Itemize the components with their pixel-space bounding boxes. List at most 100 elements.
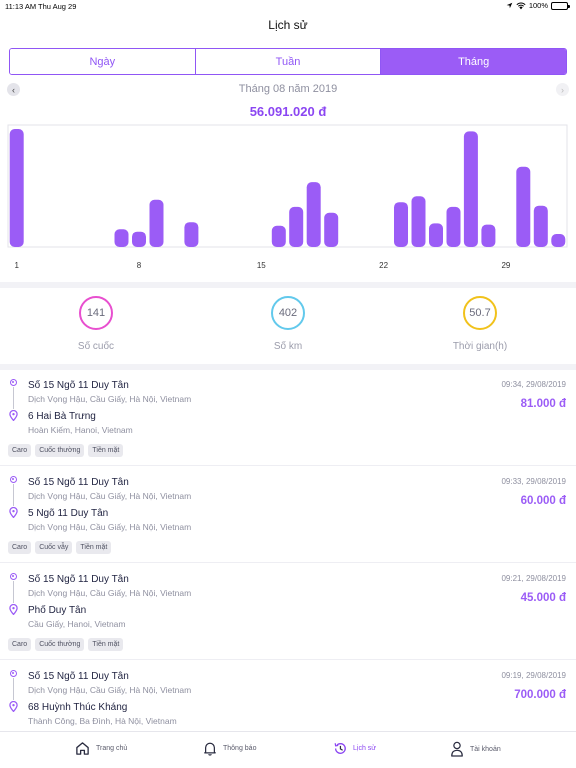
segment-day[interactable]: Ngày (10, 49, 196, 74)
history-icon (334, 743, 346, 754)
destination-pin-icon (9, 507, 18, 518)
chart-bars (9, 129, 566, 247)
destination-pin-icon (9, 604, 18, 615)
trip-destination-name: 68 Huỳnh Thúc Kháng (28, 702, 128, 713)
origin-dot-icon (10, 476, 17, 483)
trip-origin-address: Dịch Vọng Hậu, Cầu Giấy, Hà Nội, Vietnam (28, 394, 192, 404)
chart-tick-label: 8 (137, 261, 142, 270)
divider (0, 282, 576, 288)
home-icon (76, 742, 89, 755)
tab-home[interactable]: Trang chủ (75, 741, 127, 756)
trip-tags: Caro Cuốc vẫy Tiền mặt (8, 541, 112, 554)
chart-bar[interactable] (411, 196, 426, 247)
chart-bar[interactable] (446, 206, 461, 247)
origin-dot-icon (10, 379, 17, 386)
chevron-left-icon: ‹ (12, 84, 15, 95)
chart-bar[interactable] (306, 182, 321, 247)
stat-trips-label: Số cuốc (77, 341, 115, 352)
trip-origin-name: Số 15 Ngõ 11 Duy Tân (28, 477, 129, 488)
origin-dot-icon (10, 573, 17, 580)
chart-bar[interactable] (481, 224, 496, 247)
chart-tick-label: 15 (257, 261, 266, 270)
status-bar: 11:13 AM Thu Aug 29 100% (0, 0, 576, 12)
chart-bar[interactable] (271, 225, 286, 247)
chart-bar[interactable] (9, 129, 24, 247)
trip-destination-address: Hoàn Kiếm, Hanoi, Vietnam (28, 425, 133, 435)
destination-pin-icon (9, 701, 18, 712)
stat-trips: 141 Số cuốc (36, 296, 156, 352)
route-line (13, 484, 14, 506)
wifi-icon (516, 2, 526, 9)
tag-payment: Tiền mặt (76, 541, 112, 554)
status-time: 11:13 AM (5, 2, 37, 11)
stat-hours-label: Thời gian(h) (452, 341, 508, 352)
trip-time: 09:21, 29/08/2019 (501, 574, 566, 583)
period-segmented-control: Ngày Tuần Tháng (9, 48, 567, 75)
trip-tags: Caro Cuốc thường Tiền mặt (8, 444, 124, 457)
page-title: Lịch sử (268, 18, 308, 32)
tag-payment: Tiền mặt (88, 444, 124, 457)
trip-item[interactable]: Số 15 Ngõ 11 Duy Tân Dịch Vọng Hậu, Cầu … (0, 564, 576, 660)
tab-history[interactable]: Lịch sử (333, 741, 376, 756)
tab-notifications[interactable]: Thông báo (203, 741, 256, 756)
chart-bar[interactable] (394, 202, 408, 247)
chart-tick-label: 1 (14, 261, 19, 270)
trip-price: 45.000 đ (520, 592, 566, 604)
trip-destination-address: Dịch Vọng Hậu, Cầu Giấy, Hà Nội, Vietnam (28, 522, 192, 532)
trip-price: 700.000 đ (514, 689, 566, 701)
chart-bar[interactable] (149, 199, 164, 247)
month-label: Tháng 08 năm 2019 (238, 83, 338, 95)
tag-car-type: Caro (8, 541, 32, 554)
tab-account-label: Tài khoản (470, 745, 501, 753)
chart-bar[interactable] (429, 223, 443, 247)
chart-tick-label: 22 (379, 261, 388, 270)
daily-income-chart: 1 8 15 22 29 (7, 124, 568, 270)
route-line (13, 387, 14, 409)
trip-destination-name: 6 Hai Bà Trưng (28, 411, 96, 422)
next-month-button[interactable]: › (556, 83, 569, 96)
chart-bar[interactable] (551, 234, 566, 247)
bell-icon (204, 742, 216, 756)
tag-trip-type: Cuốc thường (35, 444, 85, 457)
trip-time: 09:34, 29/08/2019 (501, 380, 566, 389)
status-right: 100% (506, 1, 570, 10)
tag-car-type: Caro (8, 638, 32, 651)
trip-origin-name: Số 15 Ngõ 11 Duy Tân (28, 574, 129, 585)
chart-bar[interactable] (463, 131, 478, 247)
tab-account[interactable]: Tài khoản (450, 741, 501, 757)
chart-bar[interactable] (132, 231, 146, 247)
chart-bar[interactable] (533, 205, 548, 247)
chart-bar[interactable] (289, 206, 304, 247)
trip-destination-address: Thành Công, Ba Đình, Hà Nội, Vietnam (28, 716, 177, 726)
stat-hours-circle: 50.7 (463, 296, 497, 330)
tag-trip-type: Cuốc vẫy (35, 541, 73, 554)
tab-notifications-label: Thông báo (223, 745, 257, 752)
chart-tick-label: 29 (501, 261, 510, 270)
destination-pin-icon (9, 410, 18, 421)
tab-bar: Trang chủ Thông báo Lịch sử Tài khoản (0, 731, 576, 768)
segment-month[interactable]: Tháng (381, 49, 566, 74)
chart-bar[interactable] (516, 166, 531, 247)
chart-bar[interactable] (114, 229, 129, 247)
tag-payment: Tiền mặt (88, 638, 124, 651)
location-icon (506, 2, 513, 9)
chart-bar[interactable] (184, 222, 199, 247)
tag-trip-type: Cuốc thường (35, 638, 85, 651)
stat-trips-circle: 141 (79, 296, 113, 330)
battery-percent: 100% (528, 1, 548, 10)
status-date: Thu Aug 29 (38, 2, 77, 11)
tab-home-label: Trang chủ (96, 745, 128, 752)
stat-km-circle: 402 (271, 296, 305, 330)
trip-item[interactable]: Số 15 Ngõ 11 Duy Tân Dịch Vọng Hậu, Cầu … (0, 661, 576, 731)
route-line (13, 581, 14, 603)
stat-km-label: Số km (273, 341, 303, 352)
trip-item[interactable]: Số 15 Ngõ 11 Duy Tân Dịch Vọng Hậu, Cầu … (0, 467, 576, 563)
trip-origin-name: Số 15 Ngõ 11 Duy Tân (28, 380, 129, 391)
battery-icon (551, 1, 570, 10)
segment-week[interactable]: Tuần (195, 49, 382, 74)
month-total: 56.091.020 đ (249, 104, 327, 119)
chart-bar[interactable] (324, 212, 339, 247)
trip-origin-name: Số 15 Ngõ 11 Duy Tân (28, 671, 129, 682)
prev-month-button[interactable]: ‹ (7, 83, 20, 96)
trip-item[interactable]: Số 15 Ngõ 11 Duy Tân Dịch Vọng Hậu, Cầu … (0, 370, 576, 466)
